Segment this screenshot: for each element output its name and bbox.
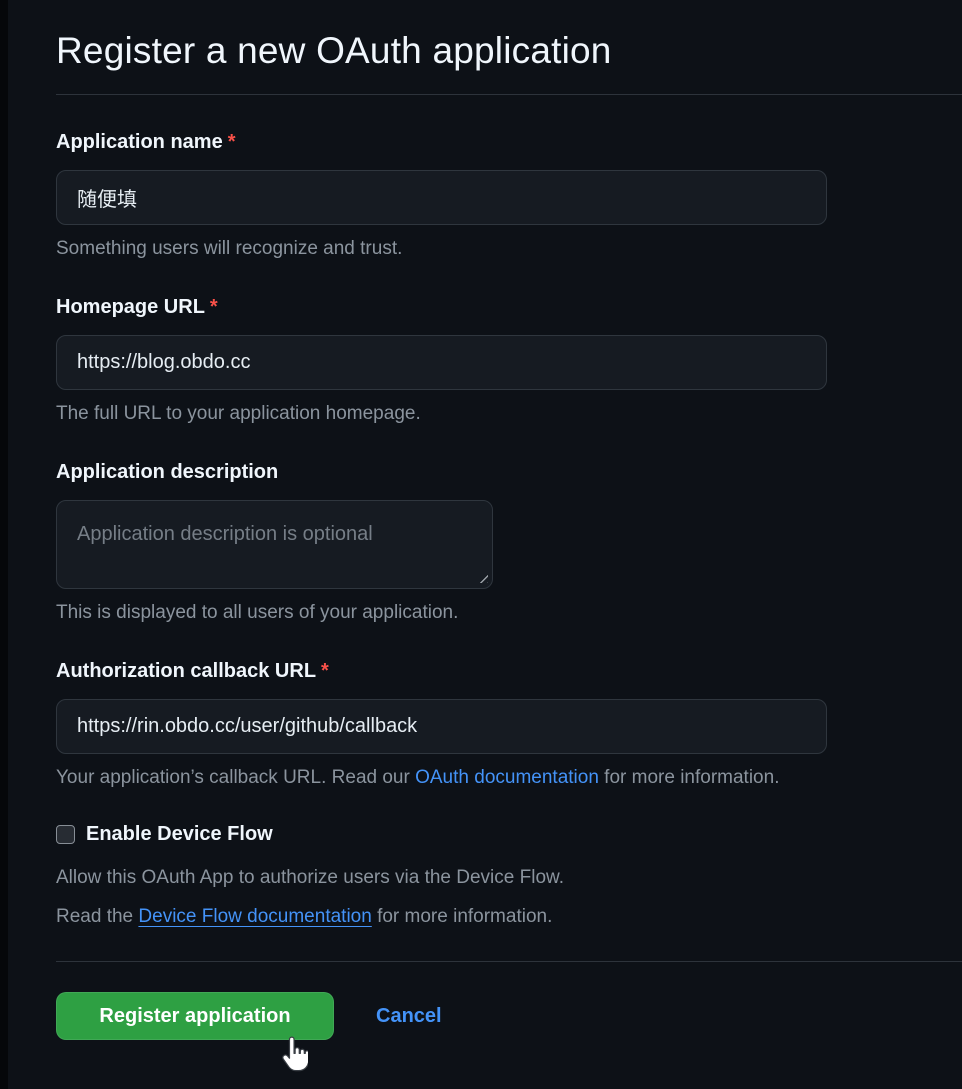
device-flow-read-after: for more information.: [372, 906, 553, 927]
required-asterisk: *: [321, 660, 329, 682]
device-flow-documentation-link[interactable]: Device Flow documentation: [138, 906, 371, 927]
required-asterisk: *: [210, 296, 218, 318]
homepage-url-helper: The full URL to your application homepag…: [56, 403, 962, 425]
application-name-input[interactable]: [56, 170, 827, 225]
application-name-label: Application name*: [56, 131, 962, 154]
hand-pointer-cursor-icon: [278, 1036, 308, 1076]
oauth-documentation-link[interactable]: OAuth documentation: [415, 767, 599, 788]
application-description-helper: This is displayed to all users of your a…: [56, 602, 962, 624]
field-homepage-url: Homepage URL* The full URL to your appli…: [56, 296, 962, 425]
callback-url-label-text: Authorization callback URL: [56, 660, 316, 682]
page-title: Register a new OAuth application: [56, 30, 962, 72]
device-flow-row: Enable Device Flow: [56, 823, 962, 846]
oauth-registration-form: Register a new OAuth application Applica…: [0, 0, 962, 1040]
homepage-url-label: Homepage URL*: [56, 296, 962, 319]
callback-url-helper: Your application’s callback URL. Read ou…: [56, 767, 962, 789]
application-description-textarea[interactable]: [56, 500, 493, 589]
field-application-description: Application description This is displaye…: [56, 461, 962, 624]
field-application-name: Application name* Something users will r…: [56, 131, 962, 260]
callback-helper-after: for more information.: [599, 767, 780, 788]
device-flow-description: Allow this OAuth App to authorize users …: [56, 867, 962, 889]
application-description-label-text: Application description: [56, 461, 278, 483]
title-divider: [56, 94, 962, 95]
application-name-label-text: Application name: [56, 131, 223, 153]
cancel-link[interactable]: Cancel: [376, 1005, 442, 1028]
callback-url-input[interactable]: [56, 699, 827, 754]
device-flow-read-more: Read the Device Flow documentation for m…: [56, 906, 962, 928]
application-description-label: Application description: [56, 461, 962, 484]
device-flow-read-before: Read the: [56, 906, 138, 927]
device-flow-label[interactable]: Enable Device Flow: [86, 823, 273, 846]
homepage-url-input[interactable]: [56, 335, 827, 390]
callback-helper-before: Your application’s callback URL. Read ou…: [56, 767, 415, 788]
register-application-button[interactable]: Register application: [56, 992, 334, 1040]
device-flow-checkbox[interactable]: [56, 825, 75, 844]
required-asterisk: *: [228, 131, 236, 153]
form-actions: Register application Cancel: [56, 992, 962, 1040]
homepage-url-label-text: Homepage URL: [56, 296, 205, 318]
callback-url-label: Authorization callback URL*: [56, 660, 962, 683]
field-callback-url: Authorization callback URL* Your applica…: [56, 660, 962, 789]
actions-divider: [56, 961, 962, 962]
application-name-helper: Something users will recognize and trust…: [56, 238, 962, 260]
application-description-wrap: [56, 500, 493, 589]
